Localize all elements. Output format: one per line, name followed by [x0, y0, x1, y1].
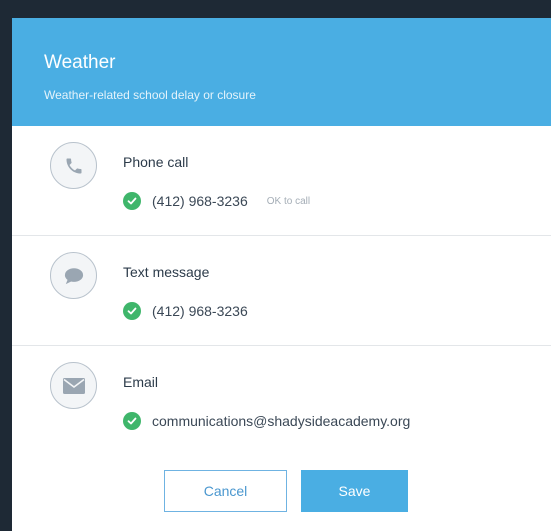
method-row-text[interactable]: Text message (412) 968-3236 [12, 236, 551, 346]
method-row-email[interactable]: Email communications@shadysideacademy.or… [12, 346, 551, 453]
save-button[interactable]: Save [301, 470, 408, 512]
notification-settings-modal: Weather Weather-related school delay or … [12, 18, 551, 531]
check-circle-icon [123, 302, 141, 320]
email-address: communications@shadysideacademy.org [152, 413, 411, 429]
cancel-button[interactable]: Cancel [164, 470, 287, 512]
check-circle-icon [123, 412, 141, 430]
check-circle-icon [123, 192, 141, 210]
method-detail: (412) 968-3236 [123, 302, 248, 320]
envelope-icon [50, 362, 97, 409]
modal-subtitle: Weather-related school delay or closure [44, 88, 256, 102]
method-detail: communications@shadysideacademy.org [123, 412, 410, 430]
modal-header: Weather Weather-related school delay or … [12, 18, 551, 126]
method-title: Email [123, 374, 159, 390]
sms-number: (412) 968-3236 [152, 303, 248, 319]
ok-to-call-note: OK to call [266, 195, 311, 207]
phone-number: (412) 968-3236 [152, 193, 248, 209]
method-title: Text message [123, 264, 210, 280]
method-row-phone[interactable]: Phone call (412) 968-3236 OK to call [12, 126, 551, 236]
method-title: Phone call [123, 154, 189, 170]
modal-footer: Cancel Save [12, 452, 551, 531]
phone-icon [50, 142, 97, 189]
modal-title: Weather [44, 52, 116, 73]
speech-bubble-icon [50, 252, 97, 299]
method-detail: (412) 968-3236 OK to call [123, 192, 310, 210]
